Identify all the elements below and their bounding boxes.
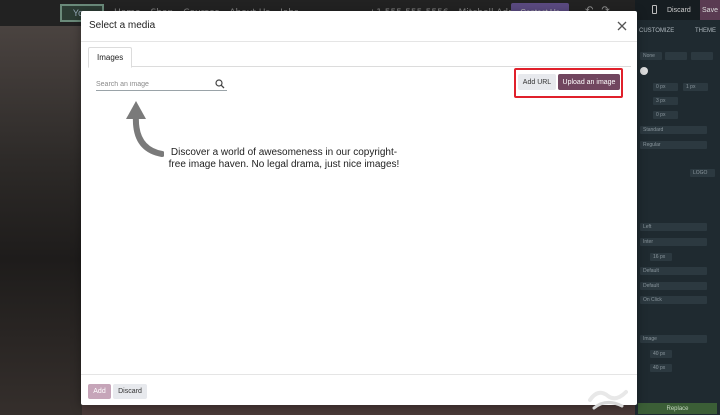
editor-discard-button[interactable]: Discard (667, 7, 691, 14)
panel-select-image[interactable]: Image (640, 335, 707, 343)
panel-select-left[interactable]: Left (640, 223, 707, 231)
background-image-bottom (82, 405, 635, 415)
background-image (0, 26, 82, 415)
empty-state-message: Discover a world of awesomeness in our c… (164, 147, 404, 171)
panel-field-border-width[interactable]: 0 px (653, 83, 678, 91)
panel-select-on-click[interactable]: On Click (640, 296, 707, 304)
panel-field-border-width-2[interactable]: 1 px (683, 83, 708, 91)
tab-theme[interactable]: THEME (695, 28, 716, 42)
replace-image-button[interactable]: Replace (638, 403, 717, 414)
discard-button[interactable]: Discard (113, 384, 147, 399)
close-icon (617, 21, 627, 31)
panel-field-radius[interactable]: 3 px (653, 97, 678, 105)
panel-select-default-2[interactable]: Default (640, 282, 707, 290)
tab-customize[interactable]: CUSTOMIZE (639, 28, 674, 42)
search-input[interactable] (96, 78, 214, 90)
panel-field-width[interactable]: 40 px (650, 350, 672, 358)
add-button[interactable]: Add (88, 384, 111, 399)
editor-side-panel: Discard Save CUSTOMIZE THEME None 0 px 1… (635, 0, 720, 415)
panel-field-color[interactable] (665, 52, 687, 60)
tab-images[interactable]: Images (88, 47, 133, 68)
search-bar (96, 78, 227, 91)
media-tabs: Images (88, 47, 631, 68)
empty-state-line-1: Discover a world of awesomeness in our c… (170, 147, 398, 158)
editor-save-button[interactable]: Save (700, 0, 720, 20)
dialog-title: Select a media (89, 20, 156, 31)
panel-select-regular[interactable]: Regular (640, 141, 707, 149)
mobile-preview-icon[interactable] (652, 5, 657, 14)
select-media-dialog: Select a media Images Add URL Upload an … (81, 11, 637, 405)
panel-field-height[interactable]: 40 px (650, 364, 672, 372)
dialog-footer: Add Discard (81, 374, 637, 405)
editor-panel-tabs: CUSTOMIZE THEME (635, 28, 720, 42)
search-icon[interactable] (215, 79, 225, 89)
editor-panel-topbar: Discard Save (635, 0, 720, 20)
panel-field-color-2[interactable] (691, 52, 713, 60)
panel-select-default[interactable]: Default (640, 267, 707, 275)
panel-select-font[interactable]: Inter (640, 238, 707, 246)
close-button[interactable] (613, 17, 631, 35)
color-swatch[interactable] (640, 67, 648, 75)
add-url-button[interactable]: Add URL (518, 74, 556, 90)
panel-field-font-size[interactable]: 16 px (650, 253, 672, 261)
upload-image-button[interactable]: Upload an image (558, 74, 620, 90)
panel-field-none[interactable]: None (640, 52, 662, 60)
panel-logo-option[interactable]: LOGO (690, 169, 715, 177)
panel-field-shadow[interactable]: 0 px (653, 111, 678, 119)
panel-select-standard[interactable]: Standard (640, 126, 707, 134)
curved-arrow-icon (126, 101, 164, 157)
dialog-header: Select a media (81, 11, 637, 42)
empty-state-line-2: free image haven. No legal drama, just n… (168, 159, 400, 170)
watermark-logo-icon (588, 390, 628, 410)
